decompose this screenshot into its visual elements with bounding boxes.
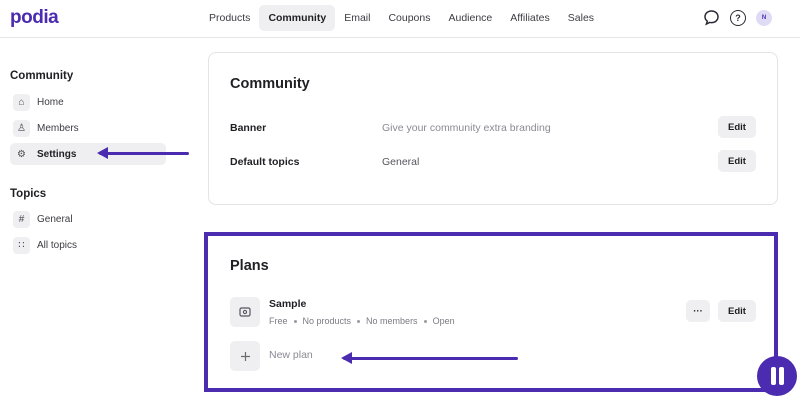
sidebar-item-label: Home (37, 96, 64, 108)
plus-icon (240, 351, 250, 361)
plans-card-title: Plans (230, 258, 269, 274)
main-nav: Products Community Email Coupons Audienc… (200, 5, 603, 31)
edit-banner-button[interactable]: Edit (718, 116, 756, 138)
sidebar-heading-topics: Topics (10, 188, 47, 200)
ticket-icon (239, 307, 251, 317)
annotation-arrow-new-plan (341, 352, 518, 364)
hash-icon: # (13, 210, 30, 228)
top-bar: podia Products Community Email Coupons A… (0, 0, 800, 38)
new-plan-button[interactable] (230, 341, 260, 371)
plans-highlight-box: Plans Sample Free No products No members… (204, 232, 778, 392)
nav-sales[interactable]: Sales (559, 5, 603, 31)
banner-label: Banner (230, 122, 267, 134)
member-icon: ♙ (13, 119, 30, 137)
community-settings-card: Community Banner Give your community ext… (208, 52, 778, 205)
nav-products[interactable]: Products (200, 5, 259, 31)
plan-price: Free (269, 316, 288, 326)
plan-members: No members (366, 316, 418, 326)
grid-icon: ∷ (13, 236, 30, 254)
sidebar-item-general[interactable]: # General (10, 208, 166, 230)
top-icons: ? N (703, 9, 772, 26)
plan-meta: Free No products No members Open (269, 316, 455, 326)
chat-bubble-icon[interactable] (703, 9, 720, 26)
sidebar-item-label: All topics (37, 239, 78, 251)
nav-affiliates[interactable]: Affiliates (501, 5, 559, 31)
nav-audience[interactable]: Audience (439, 5, 501, 31)
sidebar-item-home[interactable]: ⌂ Home (10, 91, 166, 113)
nav-coupons[interactable]: Coupons (379, 5, 439, 31)
help-icon[interactable]: ? (730, 9, 746, 26)
chat-widget-icon (770, 367, 776, 385)
edit-default-topics-button[interactable]: Edit (718, 150, 756, 172)
default-topics-value: General (382, 156, 420, 168)
nav-email[interactable]: Email (335, 5, 379, 31)
new-plan-label[interactable]: New plan (269, 349, 313, 361)
edit-plan-button[interactable]: Edit (718, 300, 756, 322)
community-card-title: Community (230, 76, 310, 92)
avatar[interactable]: N (756, 9, 772, 26)
plan-more-button[interactable]: ··· (686, 300, 710, 322)
nav-community[interactable]: Community (259, 5, 336, 31)
home-icon: ⌂ (13, 93, 30, 111)
chat-widget-button[interactable] (757, 356, 797, 396)
sidebar-item-label: Members (37, 122, 79, 134)
sidebar-item-label: General (37, 213, 73, 225)
sidebar-item-all-topics[interactable]: ∷ All topics (10, 234, 166, 256)
plan-products: No products (302, 316, 352, 326)
sidebar-item-label: Settings (37, 148, 77, 160)
plan-icon (230, 297, 260, 327)
sidebar-heading-community: Community (10, 70, 74, 82)
plan-name[interactable]: Sample (269, 298, 306, 310)
gear-icon: ⚙ (17, 148, 26, 160)
plan-status: Open (432, 316, 455, 326)
annotation-arrow-settings (97, 147, 189, 159)
default-topics-label: Default topics (230, 156, 300, 168)
sidebar-item-members[interactable]: ♙ Members (10, 117, 166, 139)
banner-value: Give your community extra branding (382, 122, 551, 134)
podia-logo[interactable]: podia (10, 7, 59, 29)
sidebar: Community ⌂ Home ♙ Members ⚙ Settings To… (0, 38, 200, 402)
